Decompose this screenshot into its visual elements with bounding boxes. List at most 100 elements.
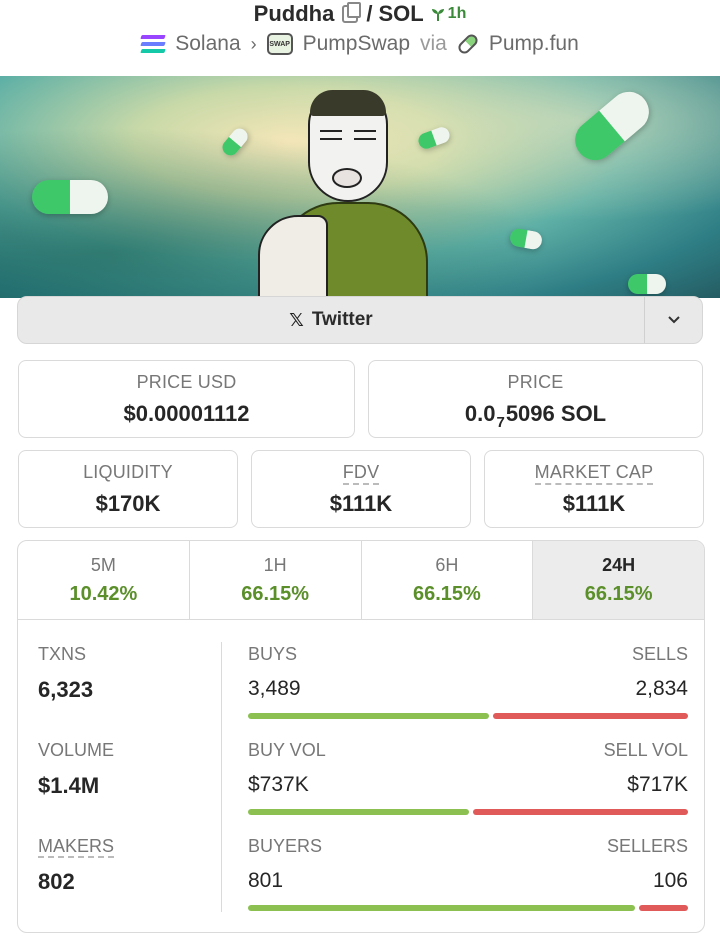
sells-label: SELLS	[631, 644, 688, 664]
token-banner-image	[0, 76, 720, 298]
market-cap-label-text: MARKET CAP	[534, 462, 654, 485]
solana-icon	[140, 35, 166, 53]
chain-link[interactable]: Solana	[175, 32, 240, 56]
txns-stat: TXNS 6,323	[38, 644, 93, 703]
sell-vol-value: $717K	[627, 773, 688, 796]
buy-sell-volume-stat: BUY VOL SELL VOL $737K $717K	[248, 740, 688, 815]
pill-image-6	[628, 274, 666, 294]
txn-stats-panel: 5M 10.42% 1H 66.15% 6H 66.15% 24H 66.15%…	[17, 540, 705, 933]
tab-5m[interactable]: 5M 10.42%	[18, 541, 190, 619]
copy-icon[interactable]	[342, 2, 362, 23]
buyers-label: BUYERS	[248, 836, 323, 856]
buys-sells-bar	[248, 713, 688, 719]
makers-label-text: MAKERS	[38, 836, 115, 858]
price-native-card: PRICE 0.075096 SOL	[368, 360, 703, 438]
market-cap-value: $111K	[562, 491, 626, 516]
liquidity-value: $170K	[95, 491, 161, 516]
volume-value: $1.4M	[38, 773, 100, 798]
more-links-toggle[interactable]	[644, 297, 702, 343]
token-name[interactable]: Puddha	[254, 1, 335, 27]
market-cap-label: MARKET CAP	[485, 462, 703, 485]
pill-image-1	[32, 180, 108, 214]
tab-change: 66.15%	[412, 583, 481, 605]
tab-24h[interactable]: 24H 66.15%	[533, 541, 704, 619]
tab-label: 1H	[263, 555, 287, 575]
price-usd-label: PRICE USD	[136, 372, 237, 392]
chevron-right-icon: ›	[250, 33, 257, 54]
stats-divider	[221, 642, 222, 912]
pill-icon	[455, 31, 480, 57]
makers-value: 802	[38, 869, 75, 894]
figure-mouth	[332, 168, 362, 188]
fdv-value: $111K	[329, 491, 393, 516]
tab-6h[interactable]: 6H 66.15%	[362, 541, 534, 619]
fdv-label-text: FDV	[342, 462, 380, 485]
liquidity-card: LIQUIDITY $170K	[18, 450, 238, 528]
sell-vol-label: SELL VOL	[603, 740, 688, 760]
buy-vol-value: $737K	[248, 773, 309, 796]
sellers-label: SELLERS	[606, 836, 688, 856]
twitter-link-button[interactable]: 𝕏 Twitter	[18, 297, 644, 343]
makers-bar	[248, 905, 688, 911]
market-cap-card[interactable]: MARKET CAP $111K	[484, 450, 704, 528]
buy-portion-bar	[248, 905, 635, 911]
fdv-label: FDV	[252, 462, 470, 485]
price-native-unit: SOL	[560, 401, 607, 426]
figure-hair	[310, 90, 386, 116]
price-native-label: PRICE	[507, 372, 564, 392]
price-usd-value: $0.00001112	[123, 401, 250, 426]
buddha-meme-figure	[258, 90, 428, 298]
buys-value: 3,489	[248, 677, 301, 700]
price-native-zero-count: 7	[496, 414, 505, 431]
tab-label: 6H	[435, 555, 459, 575]
txn-stats: TXNS 6,323 BUYS SELLS 3,489 2,834 VOLUME…	[18, 620, 704, 932]
price-native-prefix: 0.0	[464, 401, 496, 426]
buyers-value: 801	[248, 869, 284, 892]
sell-portion-bar	[493, 713, 688, 719]
sell-portion-bar	[473, 809, 688, 815]
buys-sells-stat: BUYS SELLS 3,489 2,834	[248, 644, 688, 719]
buy-portion-bar	[248, 713, 489, 719]
pair-header: Puddha / SOL 1h Solana › SWAP PumpSwap v…	[0, 0, 720, 76]
chevron-down-icon	[667, 316, 680, 324]
via-label: via	[420, 32, 447, 55]
pair-title-row: Puddha / SOL 1h	[0, 0, 720, 28]
tab-change: 66.15%	[584, 583, 653, 605]
volume-label: VOLUME	[38, 740, 115, 760]
tab-change: 66.15%	[241, 583, 310, 605]
buyers-sellers-stat: BUYERS SELLERS 801 106	[248, 836, 688, 911]
figure-shoulder	[258, 215, 328, 298]
liquidity-label: LIQUIDITY	[83, 462, 173, 482]
sellers-value: 106	[652, 869, 688, 892]
buy-vol-label: BUY VOL	[248, 740, 326, 760]
txns-value: 6,323	[38, 677, 94, 702]
pair-age-badge: 1h	[430, 5, 466, 23]
volume-bar	[248, 809, 688, 815]
price-native-digits: 5096	[505, 401, 555, 426]
price-native-value: 0.075096 SOL	[369, 401, 702, 431]
makers-label[interactable]: MAKERS	[38, 836, 115, 858]
fdv-card[interactable]: FDV $111K	[251, 450, 471, 528]
twitter-label: Twitter	[311, 309, 373, 330]
quote-token: SOL	[378, 1, 424, 26]
dex-link[interactable]: PumpSwap	[303, 32, 410, 56]
buy-portion-bar	[248, 809, 469, 815]
buys-label: BUYS	[248, 644, 298, 664]
pumpswap-icon: SWAP	[266, 33, 293, 55]
tab-change: 10.42%	[69, 583, 138, 605]
timeframe-tabs: 5M 10.42% 1H 66.15% 6H 66.15% 24H 66.15%	[18, 541, 704, 620]
tab-1h[interactable]: 1H 66.15%	[190, 541, 362, 619]
pair-source-row: Solana › SWAP PumpSwap via Pump.fun	[0, 30, 720, 58]
launchpad-link[interactable]: Pump.fun	[489, 32, 579, 56]
sprout-icon	[431, 9, 444, 21]
tab-label: 5M	[90, 555, 116, 575]
price-usd-card: PRICE USD $0.00001112	[18, 360, 355, 438]
x-icon: 𝕏	[289, 309, 304, 330]
sells-value: 2,834	[635, 677, 688, 700]
volume-stat: VOLUME $1.4M	[38, 740, 114, 799]
tab-label: 24H	[602, 555, 636, 575]
sell-portion-bar	[639, 905, 688, 911]
pair-separator: /	[366, 1, 373, 26]
txns-label: TXNS	[38, 644, 87, 664]
figure-eye-left	[320, 130, 342, 140]
